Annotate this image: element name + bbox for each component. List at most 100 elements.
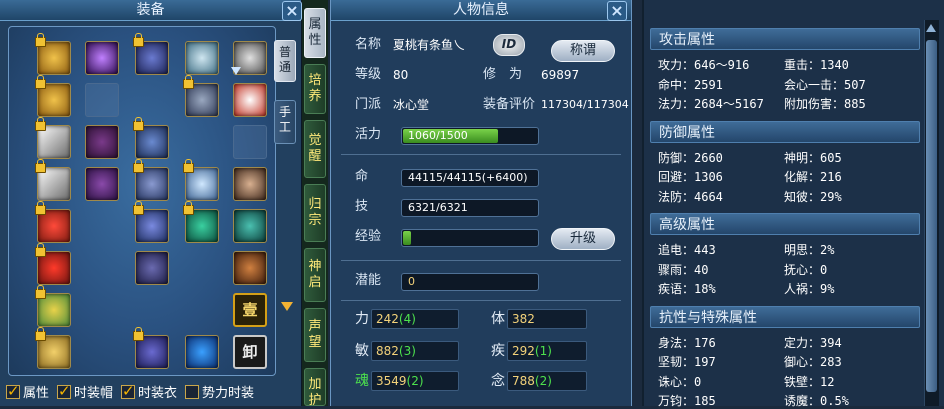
attribute-value: 命中：2591 <box>658 77 723 92</box>
equip-slot[interactable] <box>233 83 267 117</box>
tab-protection[interactable]: 加护 <box>304 368 326 408</box>
equip-slot[interactable] <box>183 75 219 117</box>
attribute-value: 攻力：646～916 <box>658 58 750 72</box>
lock-icon <box>133 117 144 131</box>
lock-icon <box>35 243 46 257</box>
attribute-value: 追电：443 <box>658 243 716 257</box>
attribute-value: 重击：1340 <box>784 58 849 72</box>
equipment-panel: 装备 × 壹 卸 普通 手工 ✓ 属性 ✓ 时装帽 ✓ 时装衣 势力时装 <box>0 0 302 406</box>
vitality-value: 1060/1500 <box>408 129 468 142</box>
unload-button[interactable]: 卸 <box>233 335 267 369</box>
potential-bar: 0 <box>401 273 539 291</box>
section-header: 防御属性 <box>650 120 920 143</box>
equip-slot[interactable] <box>35 75 71 117</box>
equip-slot[interactable] <box>233 209 267 243</box>
checkbox-faction-fashion[interactable]: 势力时装 <box>185 382 254 401</box>
hp-label: 命 <box>355 169 369 184</box>
equip-slot[interactable] <box>133 201 169 243</box>
checkbox-unchecked-icon[interactable] <box>185 384 200 399</box>
side-tabs: 属性 培养 觉醒 归宗 神启 声望 加护 <box>302 0 328 408</box>
equip-slot[interactable] <box>133 33 169 75</box>
vitality-label: 活力 <box>355 127 382 142</box>
equip-slot[interactable] <box>133 327 169 369</box>
rating-value: 117304/117304 <box>541 98 629 111</box>
lock-icon <box>35 327 46 341</box>
equip-slot[interactable] <box>133 159 169 201</box>
lock-icon <box>133 201 144 215</box>
tab-reputation[interactable]: 声望 <box>304 308 326 362</box>
equip-slot[interactable] <box>185 41 219 75</box>
checkbox-attributes[interactable]: 属性 <box>6 382 49 401</box>
stat-label-body: 体 <box>491 311 505 327</box>
scroll-up-icon[interactable] <box>231 67 241 75</box>
title-button[interactable]: 称谓 <box>551 40 615 62</box>
equip-slot[interactable] <box>85 125 119 159</box>
stat-mind: 788(2) <box>507 371 587 391</box>
checkbox-checked-icon[interactable] <box>57 382 72 400</box>
attribute-value: 抚心：0 <box>784 262 828 277</box>
scroll-up-icon[interactable] <box>926 24 936 32</box>
attribute-value: 定力：394 <box>784 335 842 350</box>
exp-bar <box>401 229 539 247</box>
scroll-down-icon[interactable] <box>281 302 293 311</box>
tab-attributes[interactable]: 属性 <box>304 8 326 58</box>
divider <box>341 154 621 155</box>
stat-label-mind: 念 <box>491 373 505 389</box>
level-label: 等级 <box>355 67 382 82</box>
stat-speed: 292(1) <box>507 341 587 361</box>
equip-slot[interactable] <box>35 117 71 159</box>
equip-slot[interactable] <box>183 159 219 201</box>
equip-slot[interactable] <box>233 251 267 285</box>
hp-bar: 44115/44115(+6400) <box>401 169 539 187</box>
equip-slot[interactable] <box>183 201 219 243</box>
character-info-panel: 人物信息 × 名称 夏桃有条鱼乀 ID 称谓 等级 80 修 为 69897 门… <box>330 0 632 406</box>
equip-slot[interactable] <box>133 117 169 159</box>
stat-body: 382 <box>507 309 587 329</box>
checkbox-checked-icon[interactable] <box>6 382 20 400</box>
equip-slot[interactable] <box>185 335 219 369</box>
tab-cultivate[interactable]: 培养 <box>304 64 326 114</box>
tab-normal[interactable]: 普通 <box>274 40 296 82</box>
tab-return[interactable]: 归宗 <box>304 184 326 242</box>
close-icon[interactable]: × <box>282 1 302 21</box>
checkbox-checked-icon[interactable] <box>121 382 136 400</box>
attribute-value: 化解：216 <box>784 170 842 184</box>
stat-label-strength: 力 <box>355 311 369 327</box>
lock-icon <box>35 33 46 47</box>
equip-slot-empty[interactable] <box>85 83 119 117</box>
tab-handmade[interactable]: 手工 <box>274 100 296 144</box>
equip-slot[interactable] <box>135 251 169 285</box>
equipment-grid: 壹 卸 <box>8 26 276 376</box>
equip-slot[interactable] <box>35 327 71 369</box>
tab-awaken[interactable]: 觉醒 <box>304 120 326 178</box>
id-button[interactable]: ID <box>493 34 525 56</box>
stat-soul: 3549(2) <box>371 371 459 391</box>
close-icon[interactable]: × <box>607 1 627 21</box>
skill-bar: 6321/6321 <box>401 199 539 217</box>
equip-slot[interactable] <box>35 33 71 75</box>
upgrade-button[interactable]: 升级 <box>551 228 615 250</box>
equip-slot[interactable] <box>85 41 119 75</box>
equipment-set-badge[interactable]: 壹 <box>233 293 267 327</box>
attribute-value: 铁壁：12 <box>784 374 835 389</box>
attribute-value: 坚韧：197 <box>658 355 716 369</box>
checkbox-fashion-hat[interactable]: 时装帽 <box>57 382 113 401</box>
equip-slot[interactable] <box>233 167 267 201</box>
divider <box>341 260 621 261</box>
attribute-value: 诛心：0 <box>658 374 702 389</box>
equip-slot[interactable] <box>85 167 119 201</box>
lock-icon <box>35 285 46 299</box>
equipment-title: 装备 <box>0 0 301 21</box>
equip-slot-empty[interactable] <box>233 125 267 159</box>
rating-label: 装备评价 <box>483 97 536 112</box>
equip-slot[interactable] <box>35 159 71 201</box>
attribute-value: 回避：1306 <box>658 170 723 184</box>
equip-slot[interactable] <box>35 201 71 243</box>
equip-slot[interactable] <box>35 285 71 327</box>
scrollbar-thumb[interactable] <box>926 40 937 392</box>
equip-slot[interactable] <box>35 243 71 285</box>
tab-revelation[interactable]: 神启 <box>304 248 326 302</box>
lock-icon <box>133 327 144 341</box>
checkbox-fashion-clothes[interactable]: 时装衣 <box>121 382 177 401</box>
stat-agility: 882(3) <box>371 341 459 361</box>
